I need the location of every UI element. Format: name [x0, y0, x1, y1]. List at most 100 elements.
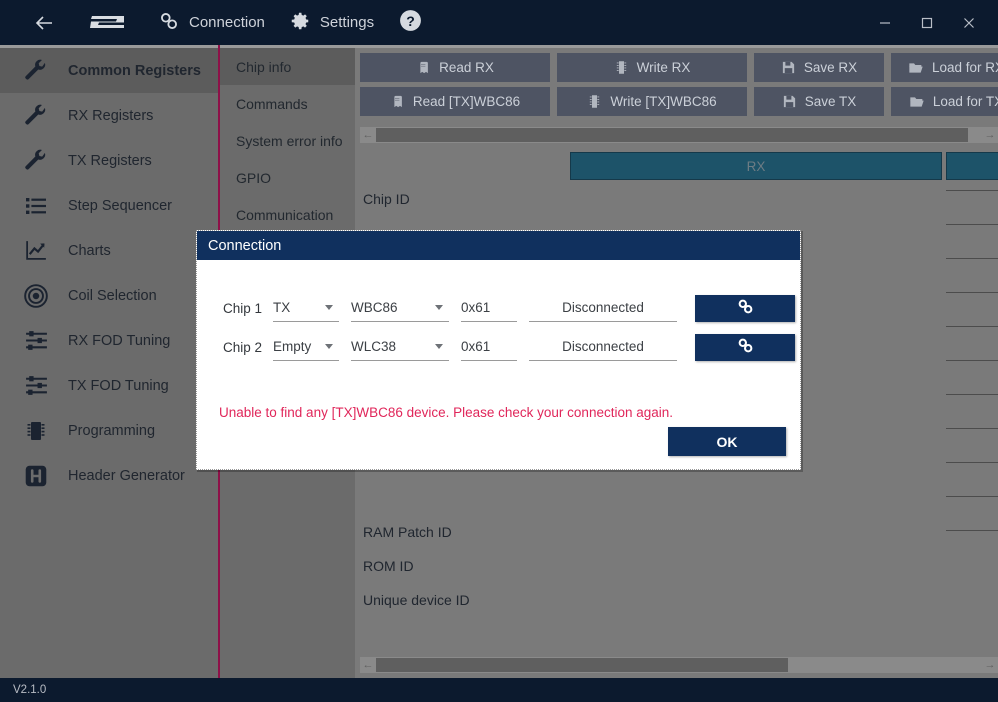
sidebar-item-step-sequencer[interactable]: Step Sequencer — [0, 183, 218, 228]
chip-1-role-select[interactable]: TX — [273, 294, 339, 322]
chip-1-status-value: Disconnected — [562, 300, 644, 315]
dialog-title-bar: Connection — [197, 231, 800, 260]
close-button[interactable] — [948, 0, 990, 45]
column-header-rx[interactable]: RX — [570, 152, 942, 180]
read-rx-button[interactable]: Read RX — [360, 53, 550, 82]
row-label-ram-patch-id: RAM Patch ID — [363, 524, 452, 540]
sidebar-item-tx-registers[interactable]: TX Registers — [0, 138, 218, 183]
row-label-unique-device-id: Unique device ID — [363, 592, 470, 608]
field-underline — [946, 496, 998, 497]
question-circle-icon: ? — [398, 8, 423, 37]
save-tx-button[interactable]: Save TX — [754, 87, 884, 116]
button-label: Write RX — [636, 60, 691, 75]
sidebar-item-label: Header Generator — [68, 467, 185, 484]
folder-open-icon — [908, 60, 924, 76]
chip-1-device-value: WBC86 — [351, 300, 398, 315]
field-underline — [946, 360, 998, 361]
chip-2-connect-button[interactable] — [695, 333, 795, 361]
chip-1-label: Chip 1 — [223, 300, 263, 316]
tab-commands[interactable]: Commands — [220, 85, 355, 122]
chip-1-device-select[interactable]: WBC86 — [351, 294, 449, 322]
coil-target-icon — [22, 282, 50, 310]
h-square-icon — [22, 462, 50, 490]
version-label: V2.1.0 — [13, 684, 47, 696]
chip-1-address-field[interactable]: 0x61 — [461, 294, 517, 322]
sidebar-item-programming[interactable]: Programming — [0, 408, 218, 453]
write-rx-button[interactable]: Write RX — [557, 53, 747, 82]
sidebar-item-coil-selection[interactable]: Coil Selection — [0, 273, 218, 318]
maximize-button[interactable] — [906, 0, 948, 45]
chip-2-label: Chip 2 — [223, 339, 263, 355]
tab-system-error-info[interactable]: System error info — [220, 122, 355, 159]
column-header-secondary[interactable] — [946, 152, 998, 180]
tab-label: GPIO — [236, 169, 272, 186]
scroll-left-arrow-icon[interactable]: ← — [360, 657, 376, 673]
sidebar-item-rx-registers[interactable]: RX Registers — [0, 93, 218, 138]
sidebar-item-label: Common Registers — [68, 62, 201, 79]
scroll-right-arrow-icon[interactable]: → — [982, 657, 998, 673]
chip-row-2: Chip 2 Empty WLC38 0x61 Disconnected — [197, 327, 802, 367]
minimize-icon — [880, 21, 890, 24]
chip-2-status-value: Disconnected — [562, 339, 644, 354]
maximize-icon — [921, 17, 933, 28]
tab-label: Communication — [236, 206, 334, 223]
chain-link-icon — [736, 336, 755, 358]
chip-icon — [22, 417, 50, 445]
tab-gpio[interactable]: GPIO — [220, 159, 355, 196]
load-for-tx-button[interactable]: Load for TX — [891, 87, 998, 116]
help-button[interactable]: ? — [386, 0, 435, 45]
read-tx-button[interactable]: Read [TX]WBC86 — [360, 87, 550, 116]
book-icon — [416, 60, 431, 75]
chevron-down-icon — [325, 305, 333, 310]
scroll-track[interactable] — [376, 657, 982, 673]
chip-1-connect-button[interactable] — [695, 294, 795, 322]
connection-menu-button[interactable]: Connection — [146, 0, 277, 45]
sidebar-item-label: TX FOD Tuning — [68, 377, 169, 394]
sidebar-item-label: RX FOD Tuning — [68, 332, 171, 349]
sidebar-item-rx-fod-tuning[interactable]: RX FOD Tuning — [0, 318, 218, 363]
floppy-save-icon — [781, 60, 796, 75]
settings-menu-button[interactable]: Settings — [277, 0, 386, 45]
sliders-icon — [22, 372, 50, 400]
column-header-label: RX — [746, 158, 766, 174]
button-label: Load for RX — [931, 60, 998, 75]
back-button[interactable] — [20, 0, 68, 45]
field-underline — [946, 428, 998, 429]
chip-1-status: Disconnected — [529, 294, 677, 322]
sidebar-item-label: Charts — [68, 242, 111, 259]
write-tx-button[interactable]: Write [TX]WBC86 — [557, 87, 747, 116]
chevron-down-icon — [435, 305, 443, 310]
close-icon — [964, 17, 974, 28]
wrench-icon — [22, 102, 50, 130]
load-for-rx-button[interactable]: Load for RX — [891, 53, 998, 82]
sidebar-item-label: Step Sequencer — [68, 197, 172, 214]
field-underline — [946, 394, 998, 395]
sidebar-item-label: Coil Selection — [68, 287, 157, 304]
table-hscrollbar[interactable]: ← → — [360, 657, 998, 673]
dialog-ok-button[interactable]: OK — [668, 427, 786, 456]
sidebar-item-label: RX Registers — [68, 107, 154, 124]
tab-chip-info[interactable]: Chip info — [220, 48, 355, 85]
sidebar-item-charts[interactable]: Charts — [0, 228, 218, 273]
sidebar: Common Registers RX Registers TX Registe… — [0, 48, 218, 678]
row-label-chip-id: Chip ID — [363, 191, 410, 207]
sidebar-item-common-registers[interactable]: Common Registers — [0, 48, 218, 93]
chart-line-icon — [22, 237, 50, 265]
button-label: Load for TX — [932, 94, 998, 109]
tab-communication[interactable]: Communication — [220, 196, 355, 233]
gear-icon — [289, 10, 311, 36]
book-icon — [390, 94, 405, 109]
save-rx-button[interactable]: Save RX — [754, 53, 884, 82]
list-icon — [22, 192, 50, 220]
minimize-button[interactable] — [864, 0, 906, 45]
sidebar-item-label: Programming — [68, 422, 156, 439]
chip-2-address-field[interactable]: 0x61 — [461, 333, 517, 361]
chip-2-role-select[interactable]: Empty — [273, 333, 339, 361]
chip-2-status: Disconnected — [529, 333, 677, 361]
field-underline — [946, 462, 998, 463]
scroll-thumb[interactable] — [376, 658, 788, 672]
sidebar-item-tx-fod-tuning[interactable]: TX FOD Tuning — [0, 363, 218, 408]
chip-2-device-select[interactable]: WLC38 — [351, 333, 449, 361]
st-logo — [86, 10, 128, 36]
sidebar-item-header-generator[interactable]: Header Generator — [0, 453, 218, 498]
